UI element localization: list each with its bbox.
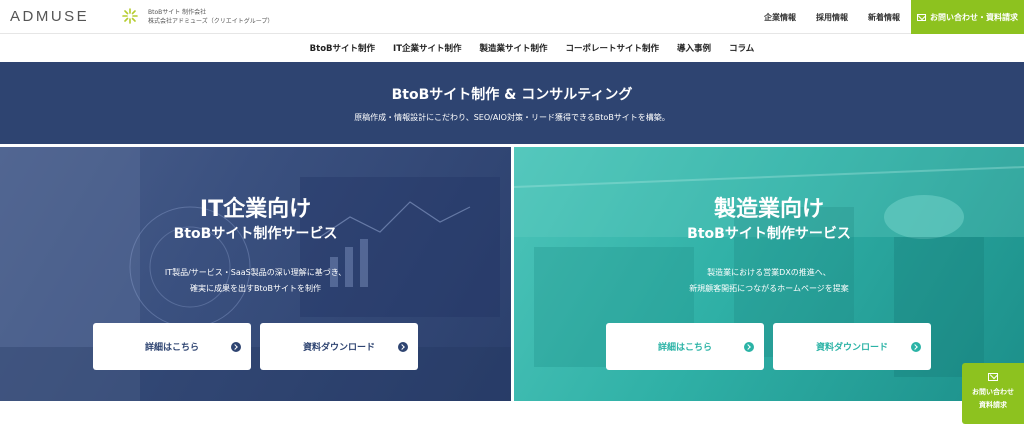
site-header: ADMUSE BtoBサイト 制作会社 株式会社アドミューズ（クリエイトグループ… <box>0 0 1024 34</box>
mfg-service-panel: 製造業向け BtoBサイト制作サービス 製造業における営業DXの推進へ、 新規顧… <box>514 147 1024 401</box>
mfg-download-button[interactable]: 資料ダウンロード <box>773 323 931 370</box>
it-service-panel: IT企業向け BtoBサイト制作サービス IT製品/サービス・SaaS製品の深い… <box>0 147 511 401</box>
mfg-download-label: 資料ダウンロード <box>815 343 888 353</box>
it-panel-subtitle: BtoBサイト制作サービス <box>173 226 338 242</box>
it-download-label: 資料ダウンロード <box>302 343 375 353</box>
floating-contact-label: お問い合わせ <box>972 388 1014 396</box>
it-download-button[interactable]: 資料ダウンロード <box>260 323 418 370</box>
it-panel-title: IT企業向け <box>199 197 312 222</box>
subnav-it[interactable]: IT企業サイト制作 <box>393 42 461 54</box>
service-nav: BtoBサイト制作 IT企業サイト制作 製造業サイト制作 コーポレートサイト制作… <box>0 34 1024 62</box>
it-panel-description-2: 確実に成果を出すBtoBサイトを制作 <box>189 284 321 293</box>
arrow-circle-icon <box>911 342 921 352</box>
hero-title: BtoBサイト制作 & コンサルティング <box>391 87 633 103</box>
subnav-column[interactable]: コラム <box>729 42 754 54</box>
contact-cta-button[interactable]: お問い合わせ・資料請求 <box>911 0 1024 34</box>
mfg-detail-button[interactable]: 詳細はこちら <box>606 323 764 370</box>
company-name: 株式会社アドミューズ（クリエイトグループ） <box>148 18 274 25</box>
company-info: BtoBサイト 制作会社 株式会社アドミューズ（クリエイトグループ） <box>148 8 273 26</box>
subnav-btob[interactable]: BtoBサイト制作 <box>310 42 375 54</box>
subnav-corporate[interactable]: コーポレートサイト制作 <box>566 42 660 54</box>
mfg-panel-subtitle: BtoBサイト制作サービス <box>687 226 851 242</box>
it-detail-label: 詳細はこちら <box>144 343 199 353</box>
hero-subtitle: 原稿作成・情報設計にこだわり、SEO/AIO対策・リード獲得できるBtoBサイト… <box>354 113 670 122</box>
arrow-circle-icon <box>744 342 754 352</box>
mfg-panel-description-2: 新規顧客開拓につながるホームページを提案 <box>689 284 849 293</box>
nav-news[interactable]: 新着情報 <box>868 12 900 23</box>
hero-banner: BtoBサイト制作 & コンサルティング 原稿作成・情報設計にこだわり、SEO/… <box>0 62 1024 144</box>
contact-cta-label: お問い合わせ・資料請求 <box>930 12 1018 22</box>
subnav-cases[interactable]: 導入事例 <box>677 42 711 54</box>
company-tagline: BtoBサイト 制作会社 <box>148 9 207 16</box>
mail-icon <box>917 13 926 21</box>
mfg-panel-description: 製造業における営業DXの推進へ、 <box>707 268 831 277</box>
arrow-circle-icon <box>231 342 241 352</box>
nav-recruit[interactable]: 採用情報 <box>816 12 848 23</box>
site-logo[interactable]: ADMUSE <box>10 8 89 25</box>
mfg-detail-label: 詳細はこちら <box>657 343 712 353</box>
floating-contact-button[interactable]: お問い合わせ 資料請求 <box>962 363 1024 424</box>
floating-request-label: 資料請求 <box>979 401 1007 409</box>
it-panel-description: IT製品/サービス・SaaS製品の深い理解に基づき、 <box>164 268 347 277</box>
top-nav: 企業情報 採用情報 新着情報 <box>764 0 900 34</box>
mail-icon <box>988 373 998 381</box>
logo-mark-icon <box>122 8 138 24</box>
subnav-mfg[interactable]: 製造業サイト制作 <box>480 42 548 54</box>
nav-company-info[interactable]: 企業情報 <box>764 12 796 23</box>
mfg-panel-title: 製造業向け <box>713 197 824 222</box>
it-detail-button[interactable]: 詳細はこちら <box>93 323 251 370</box>
arrow-circle-icon <box>398 342 408 352</box>
